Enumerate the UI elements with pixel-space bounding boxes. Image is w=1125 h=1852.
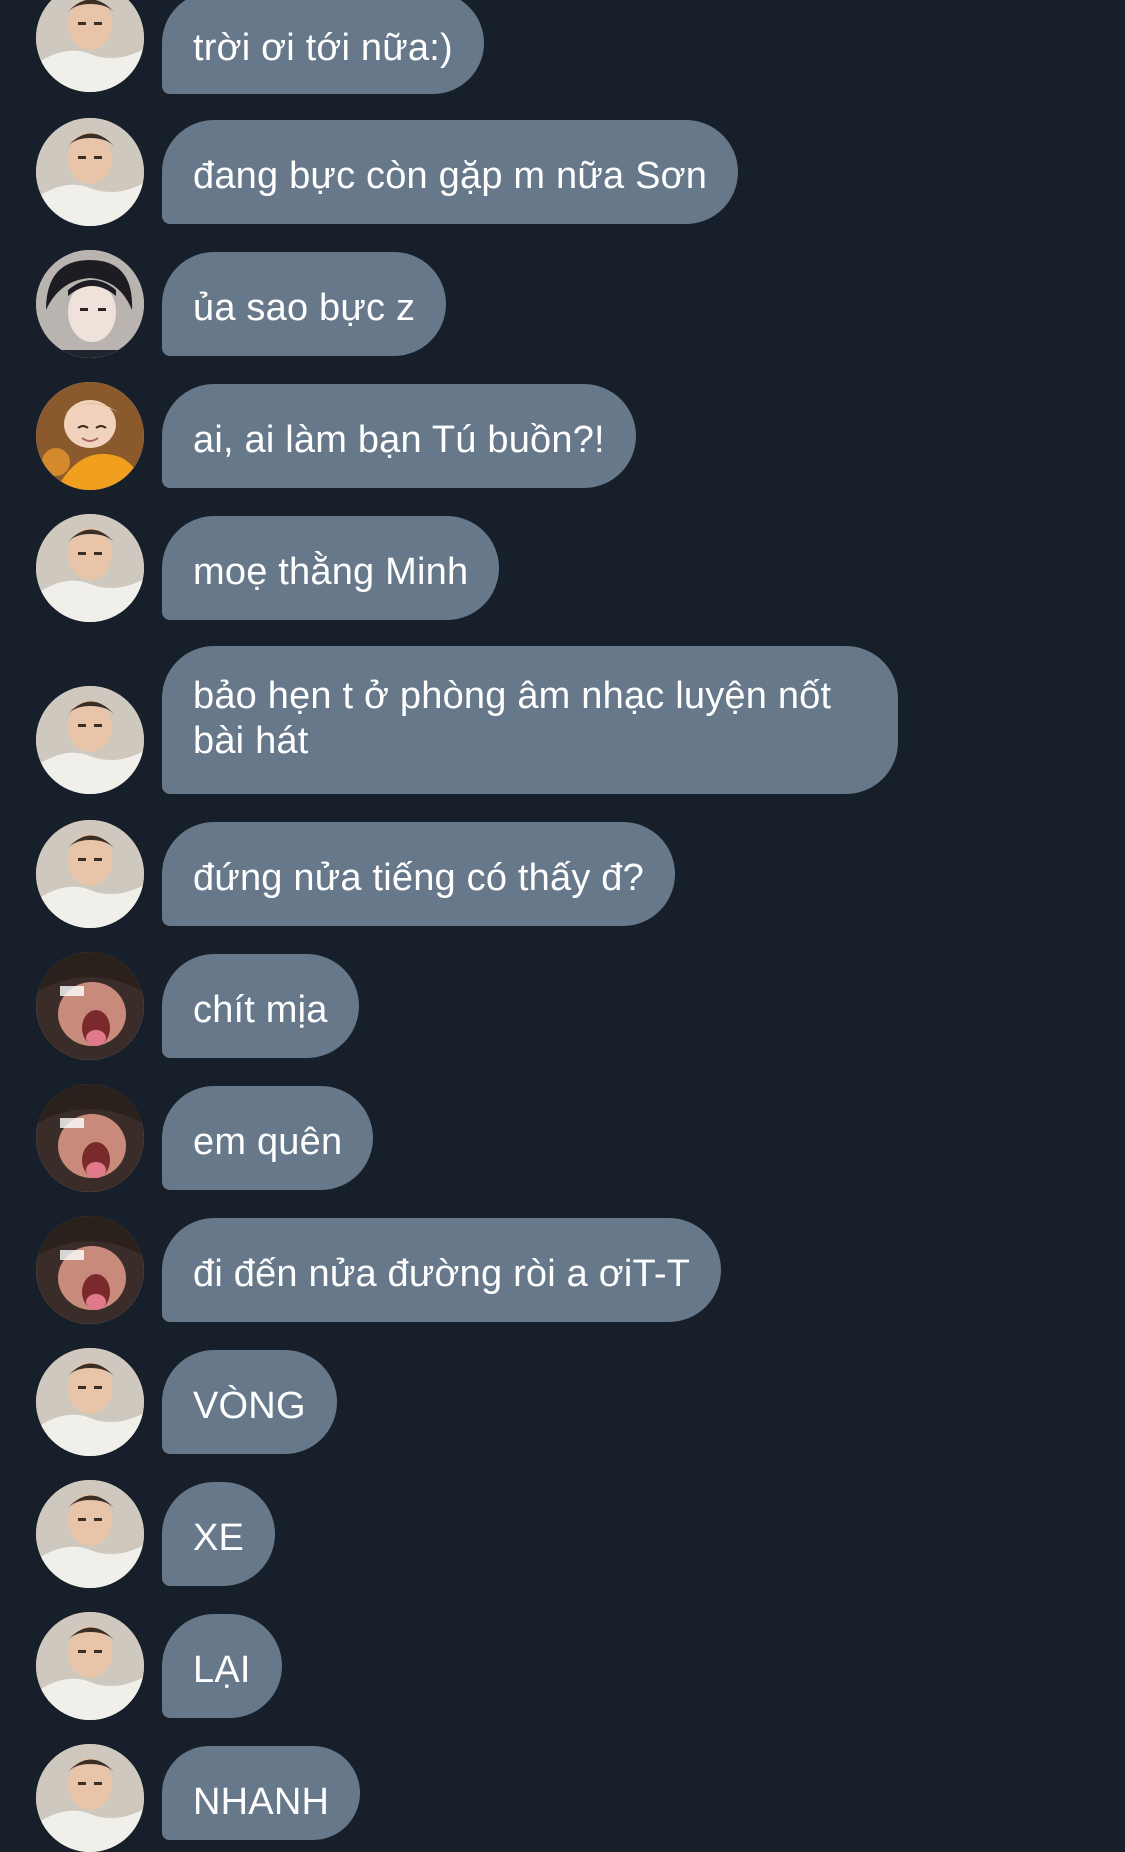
- sender-avatar[interactable]: [36, 1480, 144, 1588]
- sender-avatar[interactable]: [36, 1612, 144, 1720]
- sleepy-boy-avatar-icon: [36, 1480, 144, 1588]
- sender-avatar[interactable]: [36, 1744, 144, 1852]
- sleepy-boy-avatar-icon: [36, 1612, 144, 1720]
- message-bubble[interactable]: LẠI: [162, 1614, 282, 1718]
- message-bubble[interactable]: NHANH: [162, 1746, 361, 1840]
- message-bubble[interactable]: đi đến nửa đường ròi a ơiT-T: [162, 1218, 722, 1322]
- yelling-boy-avatar-icon: [36, 1084, 144, 1192]
- message-bubble[interactable]: trời ơi tới nữa:): [162, 0, 484, 94]
- dark-hair-boy-avatar-icon: [36, 250, 144, 358]
- sender-avatar[interactable]: [36, 952, 144, 1060]
- sender-avatar[interactable]: [36, 118, 144, 226]
- sender-avatar[interactable]: [36, 1348, 144, 1456]
- sleepy-boy-avatar-icon: [36, 1348, 144, 1456]
- sender-avatar[interactable]: [36, 1216, 144, 1324]
- message-bubble[interactable]: bảo hẹn t ở phòng âm nhạc luyện nốt bài …: [162, 646, 898, 794]
- message-bubble[interactable]: em quên: [162, 1086, 374, 1190]
- message-bubble[interactable]: ai, ai làm bạn Tú buồn?!: [162, 384, 636, 488]
- sender-avatar[interactable]: [36, 820, 144, 928]
- message-bubble[interactable]: đứng nửa tiếng có thấy đ?: [162, 822, 675, 926]
- sleepy-boy-avatar-icon: [36, 118, 144, 226]
- yelling-boy-avatar-icon: [36, 952, 144, 1060]
- sleepy-boy-avatar-icon: [36, 0, 144, 92]
- message-bubble[interactable]: moẹ thằng Minh: [162, 516, 500, 620]
- yelling-boy-avatar-icon: [36, 1216, 144, 1324]
- sender-avatar[interactable]: [36, 686, 144, 794]
- message-bubble[interactable]: đang bực còn gặp m nữa Sơn: [162, 120, 739, 224]
- sender-avatar[interactable]: [36, 1084, 144, 1192]
- sleepy-boy-avatar-icon: [36, 514, 144, 622]
- sleepy-boy-avatar-icon: [36, 1744, 144, 1852]
- chat-thread: trời ơi tới nữa:) đang bực còn gặp m nữa…: [0, 0, 1125, 1852]
- sender-avatar[interactable]: [36, 382, 144, 490]
- sleepy-boy-avatar-icon: [36, 686, 144, 794]
- sleepy-boy-avatar-icon: [36, 820, 144, 928]
- message-bubble[interactable]: ủa sao bực z: [162, 252, 447, 356]
- message-bubble[interactable]: chít mịa: [162, 954, 359, 1058]
- yellow-shirt-avatar-icon: [36, 382, 144, 490]
- message-bubble[interactable]: XE: [162, 1482, 276, 1586]
- sender-avatar[interactable]: [36, 0, 144, 92]
- message-bubble[interactable]: VÒNG: [162, 1350, 337, 1454]
- sender-avatar[interactable]: [36, 514, 144, 622]
- sender-avatar[interactable]: [36, 250, 144, 358]
